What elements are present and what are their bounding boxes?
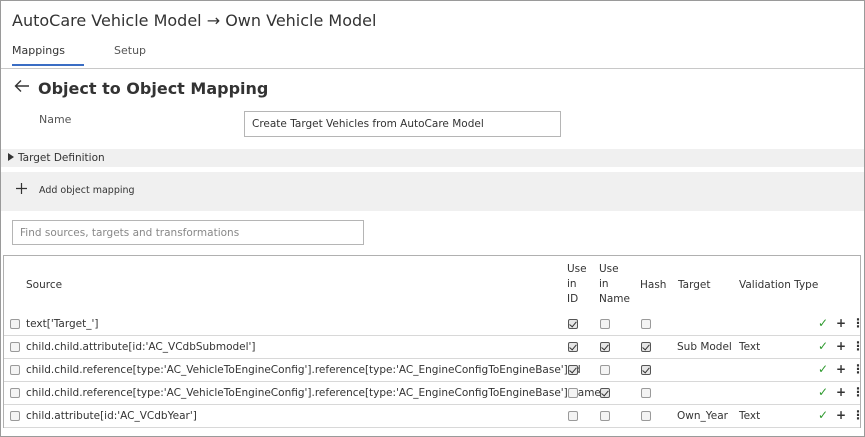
expand-triangle-icon (8, 153, 14, 161)
vertical-ellipsis-icon[interactable]: ⋮ (852, 362, 864, 376)
plus-icon[interactable]: + (836, 408, 846, 422)
tab-setup[interactable]: Setup (114, 44, 146, 57)
use-in-name-checkbox[interactable] (600, 365, 610, 375)
validation-type-cell: Text (739, 341, 761, 353)
check-icon[interactable]: ✓ (818, 385, 828, 399)
check-icon[interactable]: ✓ (818, 362, 828, 376)
row-divider (4, 427, 860, 428)
active-tab-indicator (12, 64, 84, 66)
plus-icon[interactable]: + (836, 385, 846, 399)
add-object-mapping-bar: Add object mapping (1, 172, 864, 211)
hash-checkbox[interactable] (641, 411, 651, 421)
use-in-id-checkbox[interactable] (568, 365, 578, 375)
use-in-id-checkbox[interactable] (568, 411, 578, 421)
row-select-checkbox[interactable] (10, 319, 20, 329)
hash-checkbox[interactable] (641, 319, 651, 329)
table-row[interactable]: child.child.reference[type:'AC_VehicleTo… (4, 382, 864, 405)
plus-icon[interactable]: + (836, 339, 846, 353)
name-label: Name (39, 113, 72, 126)
use-in-id-checkbox[interactable] (568, 388, 578, 398)
use-in-name-checkbox[interactable] (600, 411, 610, 421)
source-cell: child.attribute[id:'AC_VCdbYear'] (26, 410, 197, 422)
source-cell: child.child.reference[type:'AC_VehicleTo… (26, 387, 601, 399)
table-row[interactable]: child.child.reference[type:'AC_VehicleTo… (4, 359, 864, 382)
check-icon[interactable]: ✓ (818, 316, 828, 330)
search-input[interactable] (12, 220, 364, 245)
source-cell: text['Target_'] (26, 318, 99, 330)
table-row[interactable]: text['Target_'] ✓ + ⋮ (4, 313, 864, 336)
target-definition-label: Target Definition (18, 152, 105, 164)
vertical-ellipsis-icon[interactable]: ⋮ (852, 339, 864, 353)
use-in-id-checkbox[interactable] (568, 319, 578, 329)
row-select-checkbox[interactable] (10, 365, 20, 375)
row-select-checkbox[interactable] (10, 411, 20, 421)
hash-checkbox[interactable] (641, 342, 651, 352)
name-input[interactable] (244, 111, 561, 137)
header-target: Target (678, 279, 711, 291)
check-icon[interactable]: ✓ (818, 408, 828, 422)
source-cell: child.child.reference[type:'AC_VehicleTo… (26, 364, 581, 376)
source-cell: child.child.attribute[id:'AC_VCdbSubmode… (26, 341, 256, 353)
hash-checkbox[interactable] (641, 388, 651, 398)
vertical-ellipsis-icon[interactable]: ⋮ (852, 385, 864, 399)
target-cell: Sub Model (677, 341, 732, 353)
plus-icon[interactable]: + (836, 362, 846, 376)
tab-mappings[interactable]: Mappings (12, 44, 65, 57)
header-validation-type: Validation Type (739, 279, 819, 291)
mapping-table: Source Use in ID Use in Name Hash Target… (3, 255, 864, 428)
hash-checkbox[interactable] (641, 365, 651, 375)
target-definition-toggle[interactable]: Target Definition (1, 149, 864, 167)
use-in-name-checkbox[interactable] (600, 342, 610, 352)
table-row[interactable]: child.attribute[id:'AC_VCdbYear'] Own_Yea… (4, 405, 864, 428)
header-use-in-name: Use in Name (599, 263, 630, 305)
validation-type-cell: Text (739, 410, 761, 422)
row-select-checkbox[interactable] (10, 342, 20, 352)
vertical-ellipsis-icon[interactable]: ⋮ (852, 408, 864, 422)
window-title: AutoCare Vehicle Model → Own Vehicle Mod… (12, 11, 377, 30)
back-arrow-icon[interactable] (14, 79, 30, 93)
target-cell: Own_Year (677, 410, 728, 422)
use-in-id-checkbox[interactable] (568, 342, 578, 352)
vertical-ellipsis-icon[interactable]: ⋮ (852, 316, 864, 330)
plus-icon[interactable] (15, 182, 28, 195)
add-object-mapping-button[interactable]: Add object mapping (39, 185, 135, 196)
use-in-name-checkbox[interactable] (600, 319, 610, 329)
header-source: Source (26, 279, 63, 291)
header-use-in-id: Use in ID (567, 263, 587, 305)
page-title: Object to Object Mapping (38, 79, 269, 98)
check-icon[interactable]: ✓ (818, 339, 828, 353)
plus-icon[interactable]: + (836, 316, 846, 330)
use-in-name-checkbox[interactable] (600, 388, 610, 398)
row-select-checkbox[interactable] (10, 388, 20, 398)
header-hash: Hash (640, 279, 667, 291)
table-row[interactable]: child.child.attribute[id:'AC_VCdbSubmode… (4, 336, 864, 359)
header-divider (1, 68, 864, 69)
